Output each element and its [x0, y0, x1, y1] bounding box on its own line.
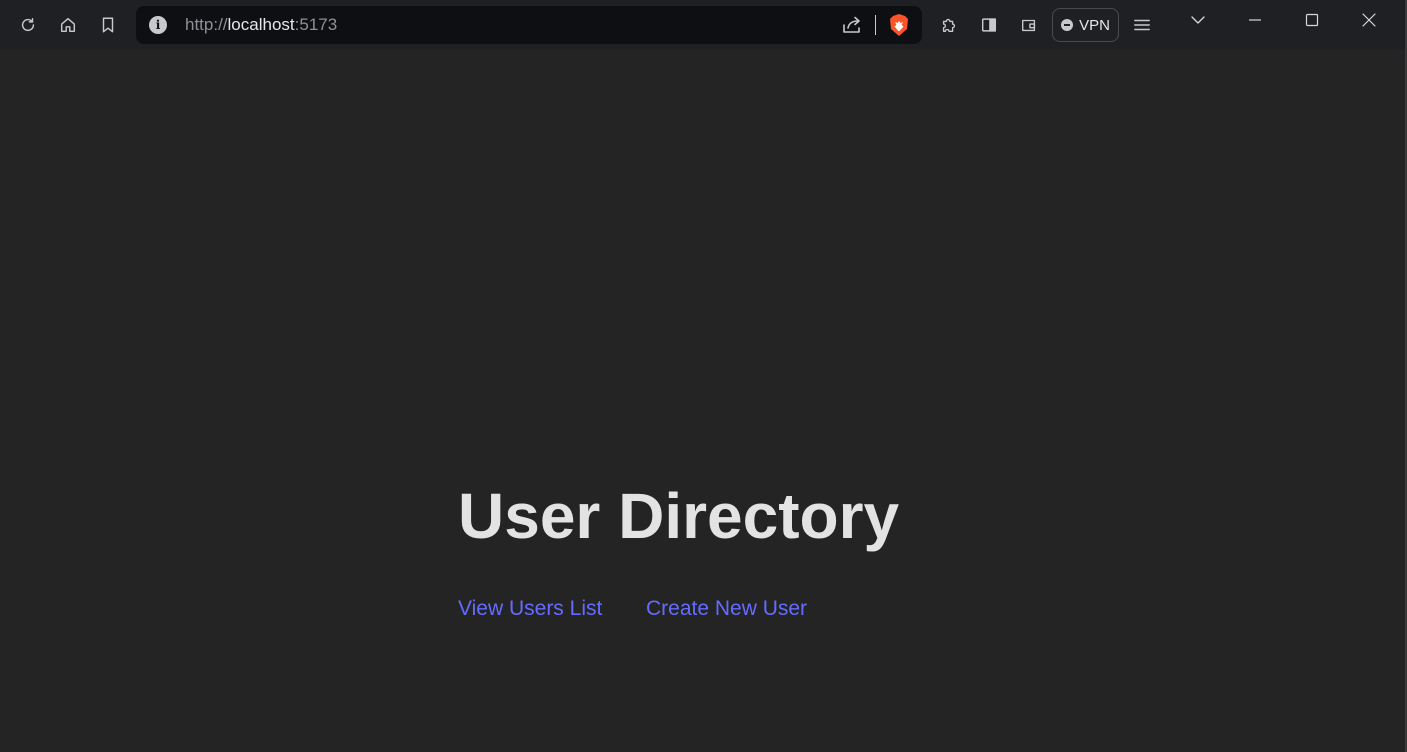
view-users-link[interactable]: View Users List — [458, 597, 602, 621]
close-icon — [1362, 13, 1376, 27]
menu-icon — [1134, 19, 1150, 31]
page-content: User Directory View Users List Create Ne… — [0, 50, 1405, 752]
url-port: :5173 — [294, 15, 338, 34]
extensions-icon — [942, 18, 956, 32]
browser-toolbar: i http://localhost:5173 VPN — [0, 0, 1405, 50]
maximize-button[interactable] — [1292, 5, 1332, 35]
minimize-button[interactable] — [1235, 5, 1275, 35]
tab-search-button[interactable] — [1178, 5, 1218, 35]
create-user-link[interactable]: Create New User — [646, 597, 807, 621]
vpn-icon — [1061, 19, 1074, 31]
bookmark-icon — [102, 17, 114, 33]
wallet-button[interactable] — [1013, 9, 1045, 41]
tab-search-icon — [1191, 16, 1205, 24]
browser-window: i http://localhost:5173 VPN User Directo… — [0, 0, 1407, 752]
menu-button[interactable] — [1126, 9, 1158, 41]
bookmark-button[interactable] — [92, 9, 124, 41]
vpn-button[interactable]: VPN — [1052, 8, 1119, 42]
minimize-icon — [1249, 19, 1261, 21]
sidebar-button[interactable] — [973, 9, 1005, 41]
address-bar[interactable]: i http://localhost:5173 — [136, 6, 922, 44]
maximize-icon — [1305, 13, 1319, 27]
share-icon[interactable] — [841, 15, 863, 35]
reload-button[interactable] — [12, 9, 44, 41]
page-title: User Directory — [458, 480, 900, 552]
sidebar-icon — [981, 18, 997, 32]
url-host: localhost — [227, 15, 295, 34]
url-text[interactable]: http://localhost:5173 — [185, 15, 337, 35]
close-button[interactable] — [1349, 5, 1389, 35]
wallet-icon — [1022, 19, 1036, 32]
brave-shields-icon[interactable] — [888, 13, 910, 37]
home-icon — [60, 17, 76, 33]
site-info-icon[interactable]: i — [149, 16, 167, 34]
reload-icon — [21, 17, 35, 32]
url-scheme: http:// — [185, 15, 228, 34]
extensions-button[interactable] — [933, 9, 965, 41]
home-button[interactable] — [52, 9, 84, 41]
address-bar-divider — [875, 15, 876, 35]
vpn-label: VPN — [1079, 16, 1110, 34]
